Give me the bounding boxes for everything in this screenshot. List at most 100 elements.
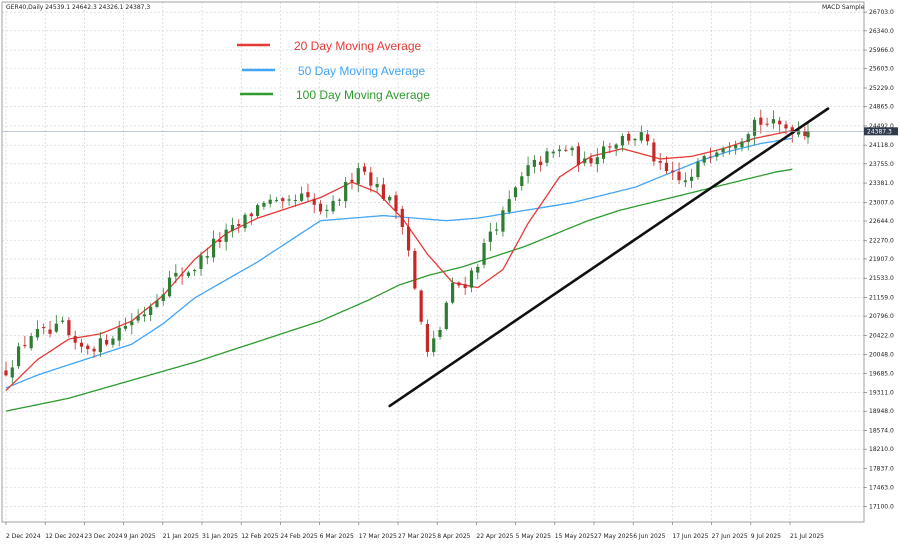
candle-body (249, 213, 253, 217)
y-tick-label: 20796.0 (869, 313, 894, 320)
candle-body (174, 272, 178, 277)
candle-body (608, 146, 612, 148)
x-tick-label: 9 Jan 2025 (124, 533, 156, 540)
y-tick-label: 18948.0 (869, 408, 894, 415)
candle-body (105, 339, 109, 345)
candle-body (73, 336, 77, 343)
candle-body (318, 203, 323, 212)
candle-body (388, 196, 392, 201)
indicator-label: MACD Sample (822, 4, 865, 11)
x-tick-label: 24 Feb 2025 (280, 533, 318, 540)
candle-body (117, 327, 121, 341)
candle-body (325, 209, 329, 211)
y-tick-label: 18574.0 (869, 427, 894, 434)
candle-body (690, 176, 694, 181)
candle-body (513, 187, 518, 198)
legend-label-ma50: 50 Day Moving Average (298, 64, 426, 78)
candle-body (218, 239, 222, 242)
candle-body (482, 242, 486, 265)
candle-body (778, 120, 782, 125)
candle-body (432, 338, 436, 353)
symbol-info: GER40,Daily 24539.1 24642.3 24326.1 2438… (6, 4, 150, 11)
candle-body (683, 180, 687, 183)
candle-body (10, 367, 14, 378)
x-tick-label: 27 Jun 2025 (712, 533, 748, 540)
candle-body (111, 338, 115, 345)
x-tick-label: 27 Mar 2025 (398, 533, 436, 540)
candle-body (4, 370, 8, 376)
candle-body (564, 149, 568, 151)
candle-body (589, 157, 593, 164)
candle-body (92, 348, 96, 352)
candle-body (671, 170, 675, 173)
y-tick-label: 24118.0 (869, 142, 894, 149)
y-tick-label: 21159.0 (869, 294, 894, 301)
candle-body (186, 272, 191, 277)
y-tick-label: 20048.0 (869, 352, 894, 359)
y-tick-label: 21533.0 (869, 275, 894, 282)
candle-body (205, 256, 209, 258)
candle-body (262, 202, 266, 207)
candle-body (627, 133, 631, 141)
price-chart[interactable]: 24387.3 26703.026340.025966.025603.02522… (0, 0, 900, 549)
candle-body (48, 329, 52, 334)
y-tick-label: 24865.0 (869, 104, 894, 111)
candle-body (425, 323, 430, 352)
candle-body (287, 199, 291, 201)
candle-body (438, 329, 442, 337)
candle-body (312, 198, 316, 205)
candle-body (570, 147, 574, 151)
candle-body (161, 294, 165, 301)
y-tick-label: 19311.0 (869, 390, 894, 397)
candle-body (583, 158, 587, 164)
x-tick-label: 21 Jan 2025 (163, 533, 199, 540)
candle-body (463, 284, 467, 289)
y-tick-label: 21907.0 (869, 256, 894, 263)
candle-body (539, 161, 543, 166)
candle-body (300, 193, 304, 201)
candle-body (771, 119, 776, 124)
candle-body (29, 336, 33, 349)
candle-body (664, 162, 669, 172)
candle-body (765, 123, 769, 125)
candle-body (155, 300, 159, 307)
x-tick-label: 23 Dec 2024 (84, 533, 123, 540)
x-tick-label: 8 Apr 2025 (437, 533, 470, 540)
y-tick-label: 22644.0 (869, 218, 894, 225)
candle-body (293, 200, 297, 202)
candle-body (381, 184, 386, 200)
y-tick-label: 25229.0 (869, 85, 894, 92)
candle-body (595, 157, 599, 165)
x-tick-label: 9 Jul 2025 (751, 533, 781, 540)
x-tick-label: 15 May 2025 (555, 533, 594, 540)
y-tick-label: 25966.0 (869, 47, 894, 54)
candle-body (167, 277, 172, 297)
candle-body (658, 161, 662, 163)
candle-body (476, 266, 480, 273)
candle-body (614, 144, 618, 149)
candle-body (545, 151, 549, 163)
x-tick-label: 2 Dec 2024 (6, 533, 41, 540)
candle-body (54, 323, 58, 332)
candle-body (35, 329, 40, 338)
candle-body (806, 131, 810, 138)
candle-body (495, 229, 499, 231)
candle-body (344, 182, 348, 202)
candle-body (268, 199, 272, 204)
candle-body (193, 270, 197, 272)
candle-body (375, 184, 379, 188)
y-tick-label: 26703.0 (869, 9, 894, 16)
chart-window: 24387.3 26703.0 26340.0 25966.0 25603.0 2522… (0, 0, 900, 549)
y-tick-label: 22270.0 (869, 237, 894, 244)
candle-body (400, 208, 404, 227)
legend-label-ma20: 20 Day Moving Average (294, 39, 422, 53)
candle-body (67, 320, 71, 336)
x-tick-label: 17 Jun 2025 (672, 533, 708, 540)
candle-body (224, 229, 228, 242)
candle-body (130, 321, 134, 326)
chart-background (0, 0, 900, 549)
candle-body (501, 210, 505, 232)
candle-body (98, 338, 102, 353)
candle-body (620, 136, 625, 146)
candle-body (199, 255, 203, 269)
